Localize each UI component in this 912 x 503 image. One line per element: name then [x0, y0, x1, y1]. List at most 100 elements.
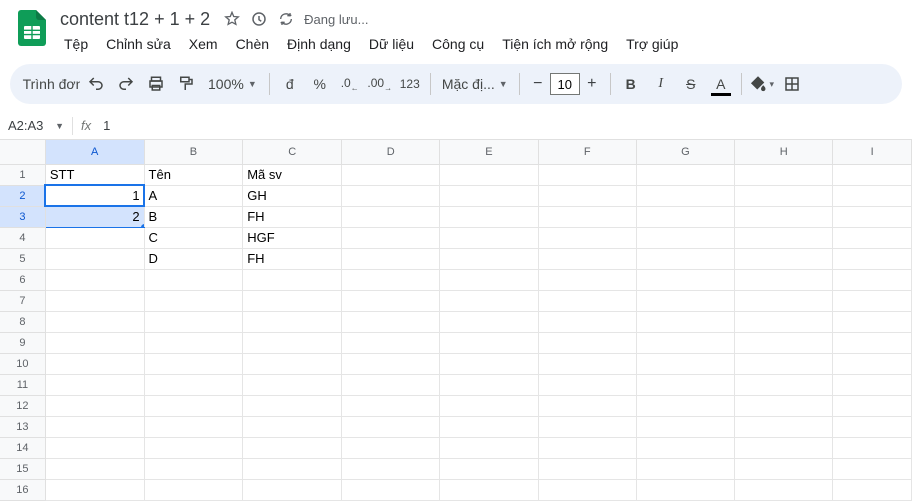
cell-G15[interactable]: [636, 458, 734, 479]
spreadsheet-grid[interactable]: ABCDEFGHI1STTTênMã sv21AGH32BFH4CHGF5DFH…: [0, 140, 912, 501]
fill-color-button[interactable]: ▾: [748, 70, 776, 98]
cell-H11[interactable]: [735, 374, 833, 395]
cell-A14[interactable]: [45, 437, 144, 458]
cell-F8[interactable]: [538, 311, 636, 332]
font-size-input[interactable]: [550, 73, 580, 95]
cell-G12[interactable]: [636, 395, 734, 416]
cell-E14[interactable]: [440, 437, 538, 458]
cell-G5[interactable]: [636, 248, 734, 269]
cell-G1[interactable]: [636, 164, 734, 185]
sheets-logo[interactable]: [12, 8, 52, 48]
cell-C1[interactable]: Mã sv: [243, 164, 342, 185]
cell-I13[interactable]: [833, 416, 912, 437]
print-button[interactable]: [142, 70, 170, 98]
cell-C16[interactable]: [243, 479, 342, 500]
cell-E11[interactable]: [440, 374, 538, 395]
cell-F2[interactable]: [538, 185, 636, 206]
cell-E12[interactable]: [440, 395, 538, 416]
menu-tools[interactable]: Công cụ: [424, 32, 492, 56]
cell-D1[interactable]: [342, 164, 440, 185]
sync-icon[interactable]: [278, 11, 294, 27]
name-box[interactable]: A2:A3▼: [0, 118, 72, 133]
cell-F3[interactable]: [538, 206, 636, 227]
cell-B11[interactable]: [144, 374, 243, 395]
cell-D11[interactable]: [342, 374, 440, 395]
cell-F4[interactable]: [538, 227, 636, 248]
cell-I14[interactable]: [833, 437, 912, 458]
menu-edit[interactable]: Chỉnh sửa: [98, 32, 179, 56]
cell-E9[interactable]: [440, 332, 538, 353]
cell-H13[interactable]: [735, 416, 833, 437]
col-header-B[interactable]: B: [144, 140, 243, 164]
cell-G4[interactable]: [636, 227, 734, 248]
cell-A4[interactable]: [45, 227, 144, 248]
borders-button[interactable]: [778, 70, 806, 98]
cell-G9[interactable]: [636, 332, 734, 353]
italic-button[interactable]: I: [647, 70, 675, 98]
cell-B10[interactable]: [144, 353, 243, 374]
col-header-A[interactable]: A: [45, 140, 144, 164]
cell-G13[interactable]: [636, 416, 734, 437]
cell-I9[interactable]: [833, 332, 912, 353]
col-header-G[interactable]: G: [636, 140, 734, 164]
cell-I2[interactable]: [833, 185, 912, 206]
cell-I8[interactable]: [833, 311, 912, 332]
cell-D14[interactable]: [342, 437, 440, 458]
cell-F6[interactable]: [538, 269, 636, 290]
cell-I7[interactable]: [833, 290, 912, 311]
cell-A6[interactable]: [45, 269, 144, 290]
bold-button[interactable]: B: [617, 70, 645, 98]
cell-G7[interactable]: [636, 290, 734, 311]
decrease-decimal-button[interactable]: .0←: [336, 70, 364, 98]
cell-C7[interactable]: [243, 290, 342, 311]
cell-I4[interactable]: [833, 227, 912, 248]
cell-A12[interactable]: [45, 395, 144, 416]
cell-E4[interactable]: [440, 227, 538, 248]
cell-B2[interactable]: A: [144, 185, 243, 206]
cell-I5[interactable]: [833, 248, 912, 269]
cell-I11[interactable]: [833, 374, 912, 395]
row-header-4[interactable]: 4: [0, 227, 45, 248]
menu-help[interactable]: Trợ giúp: [618, 32, 686, 56]
col-header-H[interactable]: H: [735, 140, 833, 164]
cell-B4[interactable]: C: [144, 227, 243, 248]
cell-D16[interactable]: [342, 479, 440, 500]
currency-button[interactable]: đ: [276, 70, 304, 98]
cell-H5[interactable]: [735, 248, 833, 269]
col-header-F[interactable]: F: [538, 140, 636, 164]
cell-C13[interactable]: [243, 416, 342, 437]
zoom-select[interactable]: 100%▼: [202, 70, 263, 98]
cell-B14[interactable]: [144, 437, 243, 458]
cell-D2[interactable]: [342, 185, 440, 206]
cell-I10[interactable]: [833, 353, 912, 374]
menu-format[interactable]: Định dạng: [279, 32, 359, 56]
cell-I12[interactable]: [833, 395, 912, 416]
star-icon[interactable]: [224, 11, 240, 27]
font-select[interactable]: Mặc đị...▼: [437, 70, 513, 98]
cell-A5[interactable]: [45, 248, 144, 269]
cell-C8[interactable]: [243, 311, 342, 332]
cell-B5[interactable]: D: [144, 248, 243, 269]
cell-A7[interactable]: [45, 290, 144, 311]
text-color-button[interactable]: A: [707, 70, 735, 98]
cell-F7[interactable]: [538, 290, 636, 311]
cell-E13[interactable]: [440, 416, 538, 437]
row-header-15[interactable]: 15: [0, 458, 45, 479]
redo-button[interactable]: [112, 70, 140, 98]
row-header-9[interactable]: 9: [0, 332, 45, 353]
cell-F12[interactable]: [538, 395, 636, 416]
cell-B8[interactable]: [144, 311, 243, 332]
row-header-14[interactable]: 14: [0, 437, 45, 458]
menu-file[interactable]: Tệp: [56, 32, 96, 56]
menu-search[interactable]: Trình đơn: [16, 70, 80, 98]
cell-D12[interactable]: [342, 395, 440, 416]
cell-F11[interactable]: [538, 374, 636, 395]
cell-I1[interactable]: [833, 164, 912, 185]
cell-H12[interactable]: [735, 395, 833, 416]
cell-E15[interactable]: [440, 458, 538, 479]
cell-E5[interactable]: [440, 248, 538, 269]
cell-C3[interactable]: FH: [243, 206, 342, 227]
cell-C14[interactable]: [243, 437, 342, 458]
cell-G10[interactable]: [636, 353, 734, 374]
cell-G2[interactable]: [636, 185, 734, 206]
